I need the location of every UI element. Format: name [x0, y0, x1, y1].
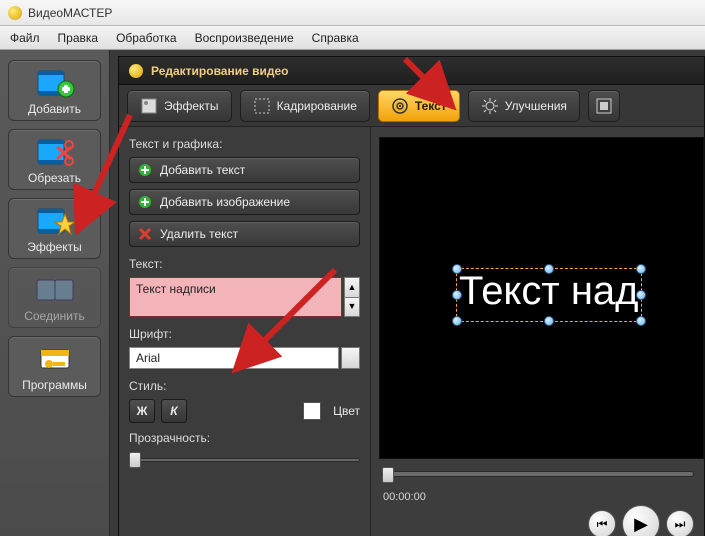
add-text-label: Добавить текст [160, 163, 245, 177]
color-label: Цвет [333, 404, 360, 418]
play-button[interactable]: ▶ [622, 505, 660, 536]
video-preview[interactable]: Текст над [379, 137, 704, 459]
tab-effects[interactable]: Эффекты [127, 90, 232, 122]
tab-text-label: Текст [415, 99, 447, 113]
font-label: Шрифт: [129, 327, 360, 341]
resize-handle-icon[interactable] [452, 290, 462, 300]
next-button[interactable]: ⏭ [666, 510, 694, 536]
subwindow-logo-icon [129, 64, 143, 78]
title-bar: ВидеоМАСТЕР [0, 0, 705, 26]
bold-button[interactable]: Ж [129, 399, 155, 423]
sun-icon [481, 97, 499, 115]
side-effects-label: Эффекты [27, 240, 82, 254]
filmstrip-join-icon [34, 274, 76, 306]
filmstrip-plus-icon [34, 67, 76, 99]
tab-crop[interactable]: Кадрирование [240, 90, 370, 122]
time-display: 00:00:00 [383, 491, 426, 503]
crop-icon [253, 97, 271, 115]
properties-panel: Текст и графика: Добавить текст Добавить… [119, 127, 371, 536]
menu-bar: Файл Правка Обработка Воспроизведение Сп… [0, 26, 705, 50]
side-programs-button[interactable]: Программы [8, 336, 101, 397]
text-scroll: ▲ ▼ [344, 277, 360, 317]
resize-handle-icon[interactable] [636, 290, 646, 300]
timeline [371, 459, 704, 489]
sparkle-icon [140, 97, 158, 115]
add-text-button[interactable]: Добавить текст [129, 157, 360, 183]
resize-handle-icon[interactable] [544, 316, 554, 326]
side-cut-label: Обрезать [28, 171, 81, 185]
slider-thumb-icon[interactable] [129, 452, 141, 468]
add-image-button[interactable]: Добавить изображение [129, 189, 360, 215]
subwindow-titlebar: Редактирование видео [118, 56, 705, 84]
filmstrip-scissors-icon [34, 136, 76, 168]
delete-text-label: Удалить текст [160, 227, 238, 241]
text-input[interactable]: Текст надписи [129, 277, 342, 317]
font-dropdown-button[interactable]: ▼ [341, 347, 360, 369]
side-programs-label: Программы [22, 378, 87, 392]
section-label: Текст и графика: [129, 137, 360, 151]
side-cut-button[interactable]: Обрезать [8, 129, 101, 190]
resize-handle-icon[interactable] [544, 264, 554, 274]
tab-bar: Эффекты Кадрирование Текст [119, 85, 704, 127]
opacity-slider[interactable] [129, 451, 360, 469]
tab-text[interactable]: Текст [378, 90, 460, 122]
subwindow-title: Редактирование видео [151, 64, 289, 78]
key-card-icon [34, 343, 76, 375]
menu-edit[interactable]: Правка [58, 31, 99, 45]
tab-effects-label: Эффекты [164, 99, 219, 113]
prev-button[interactable]: ⏮ [588, 510, 616, 536]
resize-handle-icon[interactable] [636, 264, 646, 274]
font-select[interactable] [129, 347, 339, 369]
text-target-icon [391, 97, 409, 115]
timeline-thumb-icon[interactable] [382, 467, 394, 483]
overlay-text: Текст над [459, 269, 639, 313]
delete-text-button[interactable]: Удалить текст [129, 221, 360, 247]
preview-area: Текст над [371, 127, 704, 536]
resize-handle-icon[interactable] [452, 264, 462, 274]
style-label: Стиль: [129, 379, 360, 393]
timeline-slider[interactable] [381, 471, 694, 477]
filmstrip-star-icon [34, 205, 76, 237]
side-effects-button[interactable]: Эффекты [8, 198, 101, 259]
text-label: Текст: [129, 257, 360, 271]
menu-help[interactable]: Справка [312, 31, 359, 45]
app-title: ВидеоМАСТЕР [28, 6, 112, 20]
opacity-label: Прозрачность: [129, 431, 360, 445]
text-overlay[interactable]: Текст над [456, 268, 642, 322]
sidebar: Добавить Обрезать Эффекты Соединить Прог… [0, 50, 110, 536]
color-swatch[interactable] [303, 402, 321, 420]
italic-button[interactable]: К [161, 399, 187, 423]
tab-enhance[interactable]: Улучшения [468, 90, 580, 122]
side-add-button[interactable]: Добавить [8, 60, 101, 121]
resize-handle-icon[interactable] [636, 316, 646, 326]
resize-handle-icon[interactable] [452, 316, 462, 326]
add-image-label: Добавить изображение [160, 195, 290, 209]
side-join-button[interactable]: Соединить [8, 267, 101, 328]
tab-more[interactable] [588, 90, 620, 122]
side-add-label: Добавить [28, 102, 81, 116]
menu-file[interactable]: Файл [10, 31, 40, 45]
plus-icon [138, 163, 152, 177]
plus-icon [138, 195, 152, 209]
more-icon [595, 97, 613, 115]
tab-enhance-label: Улучшения [505, 99, 567, 113]
menu-playback[interactable]: Воспроизведение [195, 31, 294, 45]
text-scroll-down[interactable]: ▼ [344, 298, 360, 318]
app-logo-icon [8, 6, 22, 20]
menu-processing[interactable]: Обработка [116, 31, 177, 45]
text-scroll-up[interactable]: ▲ [344, 277, 360, 298]
close-icon [138, 227, 152, 241]
side-join-label: Соединить [24, 309, 85, 323]
tab-crop-label: Кадрирование [277, 99, 357, 113]
